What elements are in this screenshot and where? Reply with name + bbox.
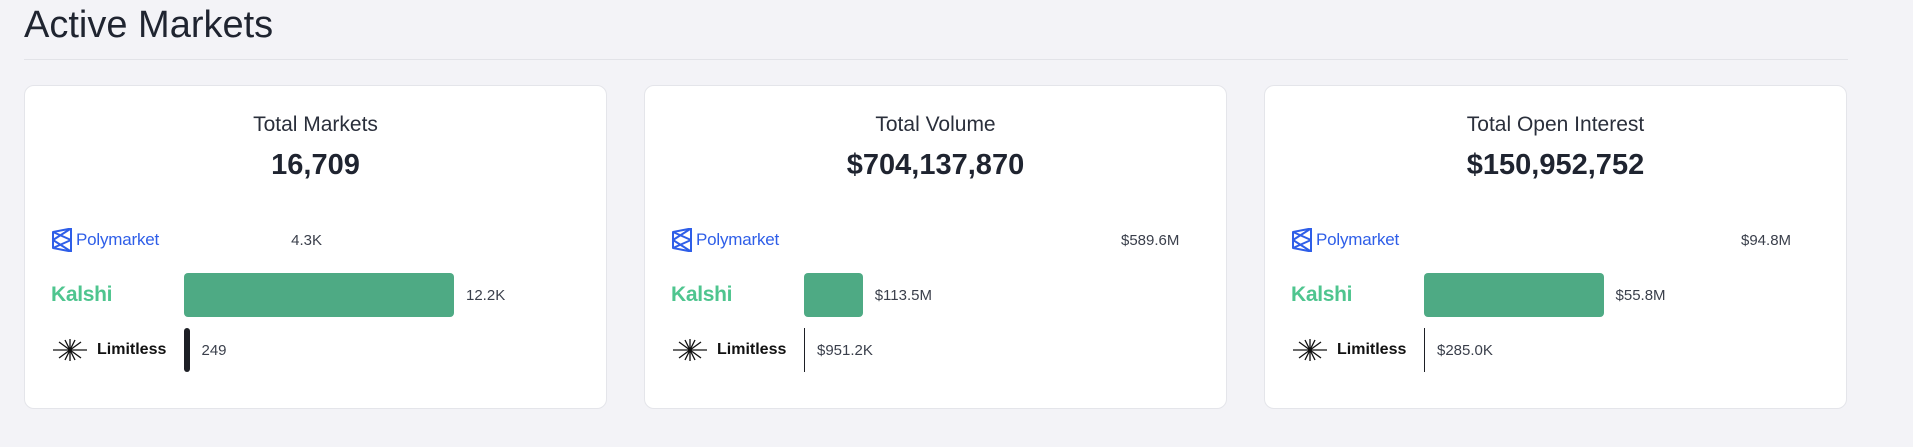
- bar-polymarket: [1424, 218, 1729, 262]
- stats-cards: Total Markets 16,709 Polymarket 4.3K Kalsh…: [24, 85, 1848, 409]
- bar-area: $589.6M: [804, 218, 1206, 262]
- platform-logo: Kalshi: [51, 273, 184, 317]
- limitless-logo: Limitless: [1291, 337, 1406, 363]
- page-title: Active Markets: [24, 4, 274, 46]
- bar-value-label: $94.8M: [1741, 231, 1792, 249]
- card-title: Total Open Interest: [1466, 113, 1645, 136]
- bar-area: 12.2K: [184, 273, 586, 317]
- bar-polymarket: [804, 218, 1109, 262]
- bar-kalshi: [184, 273, 454, 317]
- platform-row-limitless: Limitless $285.0K: [1291, 328, 1826, 372]
- card-total-volume: Total Volume $704,137,870 Polymarket $589…: [644, 85, 1227, 409]
- bar-area: 249: [184, 328, 586, 372]
- bar-value-label: 249: [201, 341, 227, 359]
- bar-area: 4.3K: [184, 218, 586, 262]
- platform-logo: Kalshi: [1291, 273, 1424, 317]
- polymarket-label: Polymarket: [1316, 230, 1400, 249]
- bar-limitless: [1424, 328, 1425, 372]
- bar-value-label: 4.3K: [291, 231, 323, 249]
- polymarket-logo-icon: [672, 228, 692, 252]
- bar-value-label: $113.5M: [874, 286, 932, 304]
- platform-row-polymarket: Polymarket $94.8M: [1291, 218, 1826, 262]
- platform-row-polymarket: Polymarket $589.6M: [671, 218, 1206, 262]
- limitless-star-icon: [673, 339, 707, 361]
- bar-area: $94.8M: [1424, 218, 1826, 262]
- limitless-label: Limitless: [1337, 341, 1407, 358]
- platform-row-limitless: Limitless 249: [51, 328, 586, 372]
- polymarket-logo-icon: [52, 228, 72, 252]
- card-total: $150,952,752: [1466, 149, 1645, 181]
- platform-logo: Polymarket: [51, 218, 184, 262]
- platform-row-polymarket: Polymarket 4.3K: [51, 218, 586, 262]
- platform-logo: Limitless: [51, 328, 184, 372]
- bar-value-label: $951.2K: [817, 341, 873, 359]
- bar-value-label: 12.2K: [466, 286, 506, 304]
- bar-area: $113.5M: [804, 273, 1206, 317]
- bar-value-label: $285.0K: [1437, 341, 1493, 359]
- limitless-logo: Limitless: [51, 337, 166, 363]
- platform-row-kalshi: Kalshi $55.8M: [1291, 273, 1826, 317]
- limitless-star-icon: [1293, 339, 1327, 361]
- kalshi-logo: Kalshi: [671, 283, 733, 306]
- card-total-open-interest: Total Open Interest $150,952,752 Polymar…: [1264, 85, 1847, 409]
- limitless-label: Limitless: [97, 341, 167, 358]
- limitless-label: Limitless: [717, 341, 787, 358]
- polymarket-label: Polymarket: [696, 230, 780, 249]
- bar-area: $951.2K: [804, 328, 1206, 372]
- bar-area: $285.0K: [1424, 328, 1826, 372]
- platform-logo: Kalshi: [671, 273, 804, 317]
- bar-kalshi: [804, 273, 863, 317]
- platform-logo: Limitless: [1291, 328, 1424, 372]
- card-total: $704,137,870: [846, 149, 1025, 181]
- platform-logo: Polymarket: [671, 218, 804, 262]
- polymarket-logo: Polymarket: [1291, 228, 1399, 252]
- limitless-logo: Limitless: [671, 337, 786, 363]
- card-total: 16,709: [271, 149, 360, 181]
- platform-row-kalshi: Kalshi 12.2K: [51, 273, 586, 317]
- card-total-markets: Total Markets 16,709 Polymarket 4.3K Kalsh…: [24, 85, 607, 409]
- title-divider: [24, 59, 1848, 60]
- polymarket-logo-icon: [1292, 228, 1312, 252]
- bar-limitless: [804, 328, 805, 372]
- platform-logo: Polymarket: [1291, 218, 1424, 262]
- bar-kalshi: [1424, 273, 1604, 317]
- bar-value-label: $589.6M: [1121, 231, 1180, 249]
- bar-area: $55.8M: [1424, 273, 1826, 317]
- platform-row-kalshi: Kalshi $113.5M: [671, 273, 1206, 317]
- card-title: Total Volume: [875, 113, 996, 136]
- bar-value-label: $55.8M: [1615, 286, 1666, 304]
- kalshi-logo: Kalshi: [51, 283, 113, 306]
- polymarket-logo: Polymarket: [671, 228, 779, 252]
- polymarket-logo: Polymarket: [51, 228, 159, 252]
- limitless-star-icon: [53, 339, 87, 361]
- bar-limitless: [184, 328, 190, 372]
- platform-logo: Limitless: [671, 328, 804, 372]
- kalshi-logo: Kalshi: [1291, 283, 1353, 306]
- polymarket-label: Polymarket: [76, 230, 160, 249]
- platform-row-limitless: Limitless $951.2K: [671, 328, 1206, 372]
- bar-polymarket: [184, 218, 279, 262]
- card-title: Total Markets: [253, 113, 378, 136]
